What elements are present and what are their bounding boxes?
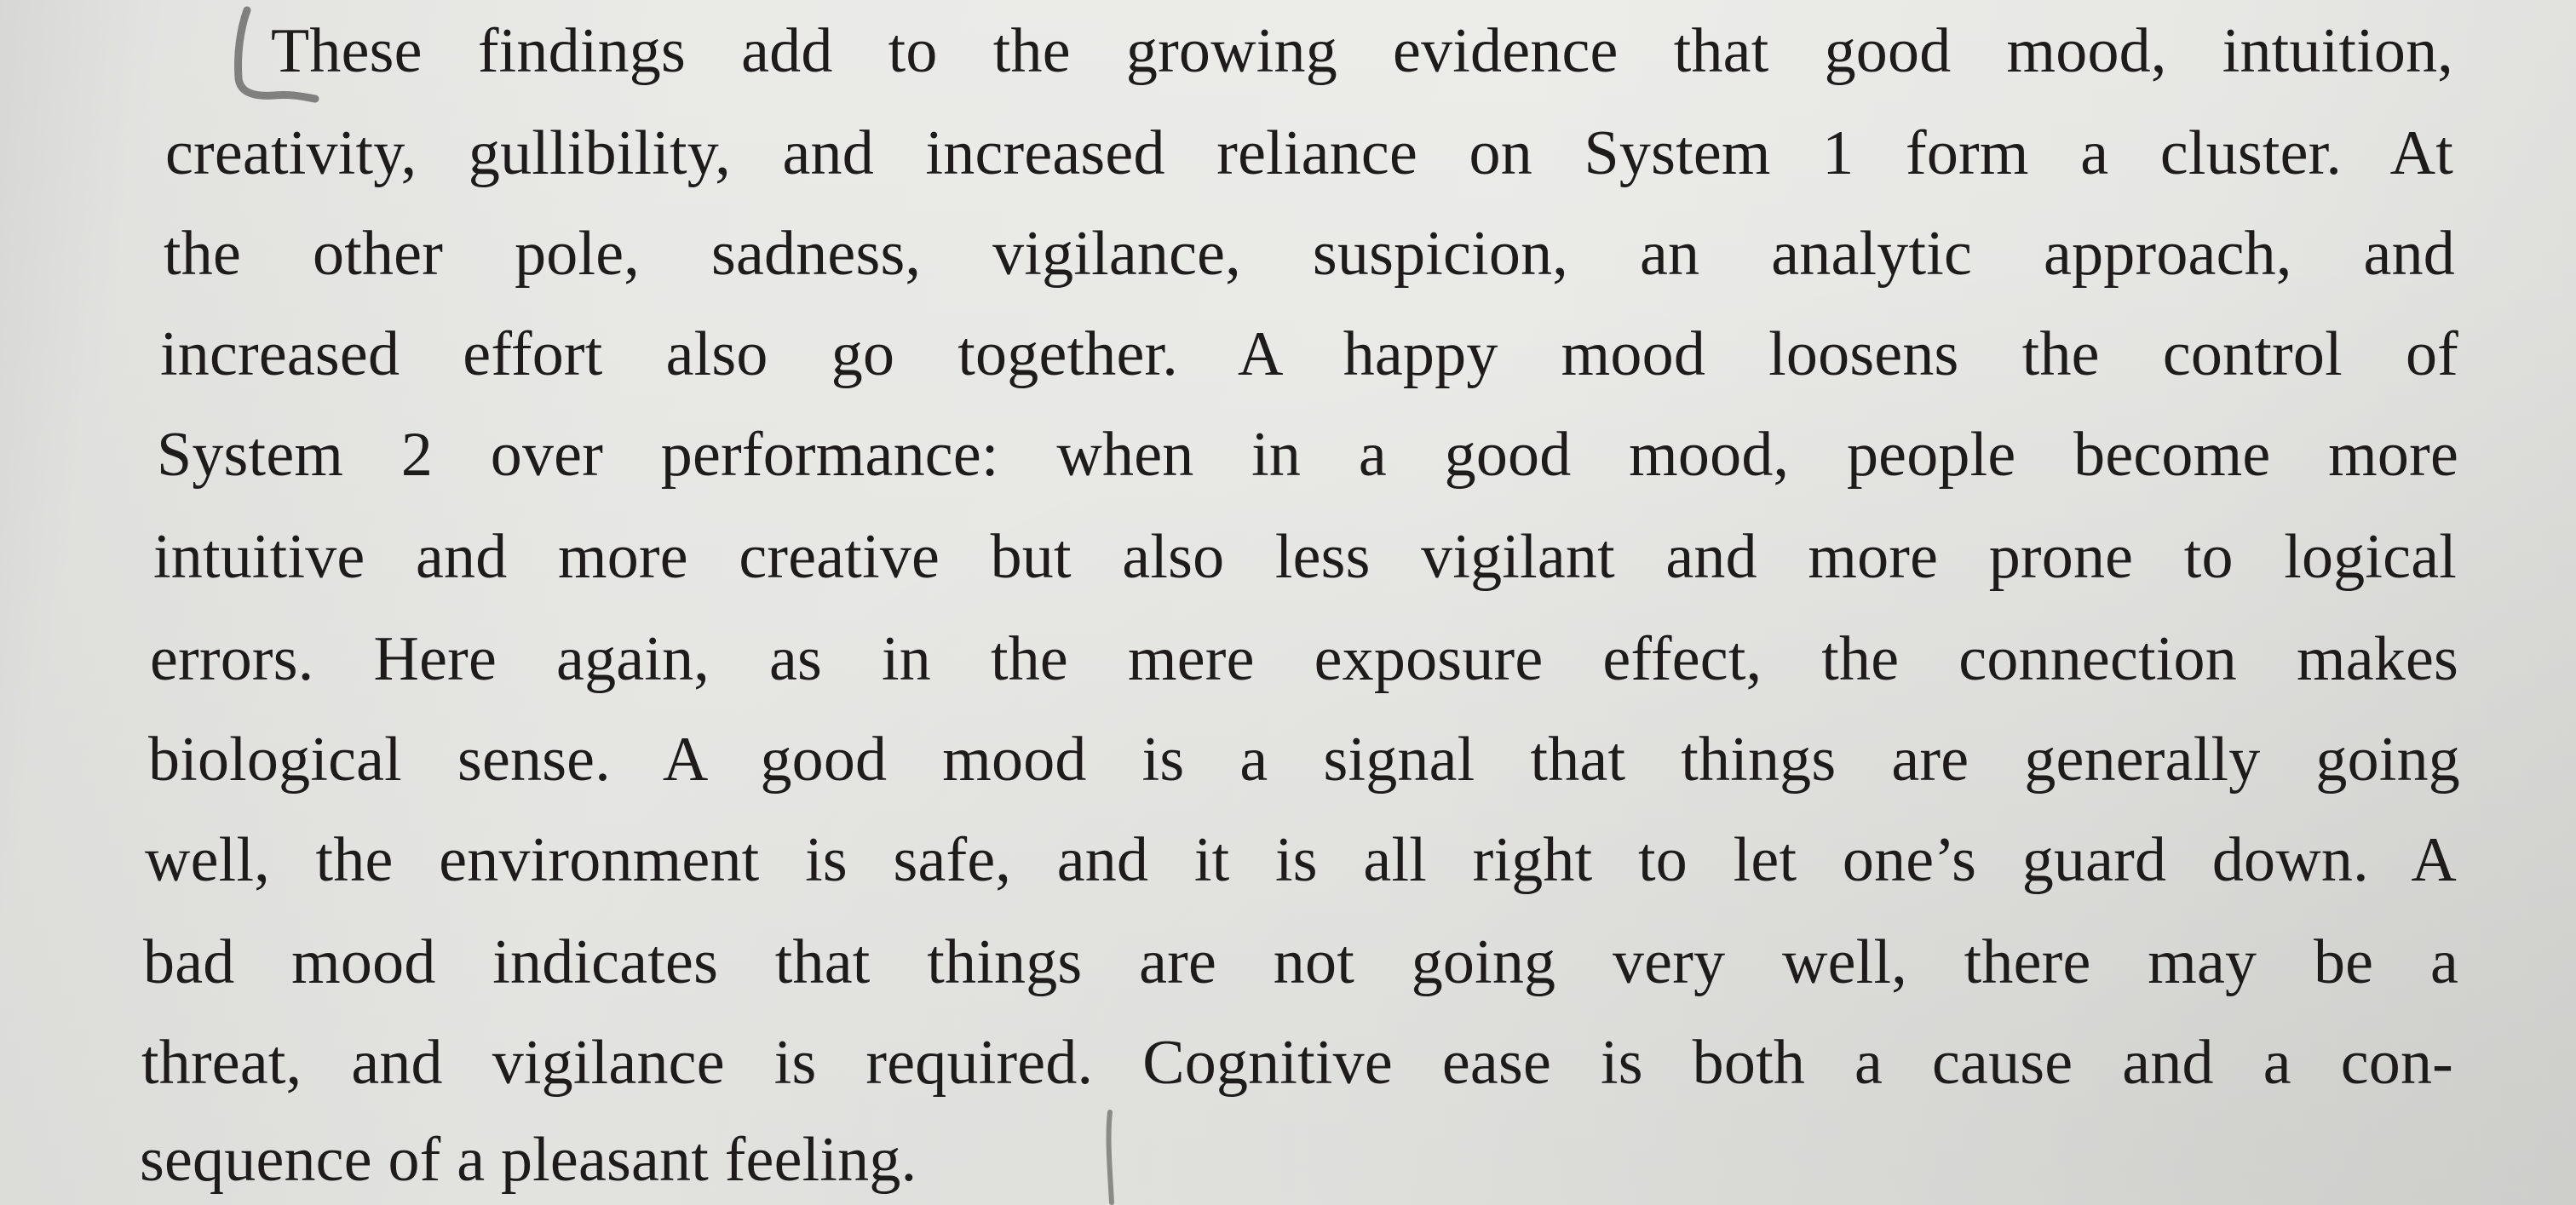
- text-line: intuitive and more creative but also les…: [153, 522, 2457, 592]
- text-line: sequence of a pleasant feeling.: [140, 1125, 917, 1195]
- text-line: well, the environment is safe, and it is…: [145, 825, 2457, 895]
- text-line: the other pole, sadness, vigilance, susp…: [164, 219, 2455, 289]
- text-line: increased effort also go together. A hap…: [160, 319, 2458, 389]
- text-line: System 2 over performance: when in a goo…: [157, 420, 2458, 490]
- pencil-close-mark-icon: [1106, 1110, 1114, 1205]
- book-page: These findings add to the growing eviden…: [0, 0, 2576, 1205]
- text-line: errors. Here again, as in the mere expos…: [150, 624, 2458, 694]
- text-line: biological sense. A good mood is a signa…: [148, 725, 2460, 795]
- text-line: These findings add to the growing eviden…: [271, 16, 2453, 86]
- text-line: threat, and vigilance is required. Cogni…: [141, 1028, 2453, 1098]
- text-line: bad mood indicates that things are not g…: [143, 927, 2458, 997]
- text-line: creativity, gullibility, and increased r…: [165, 118, 2453, 188]
